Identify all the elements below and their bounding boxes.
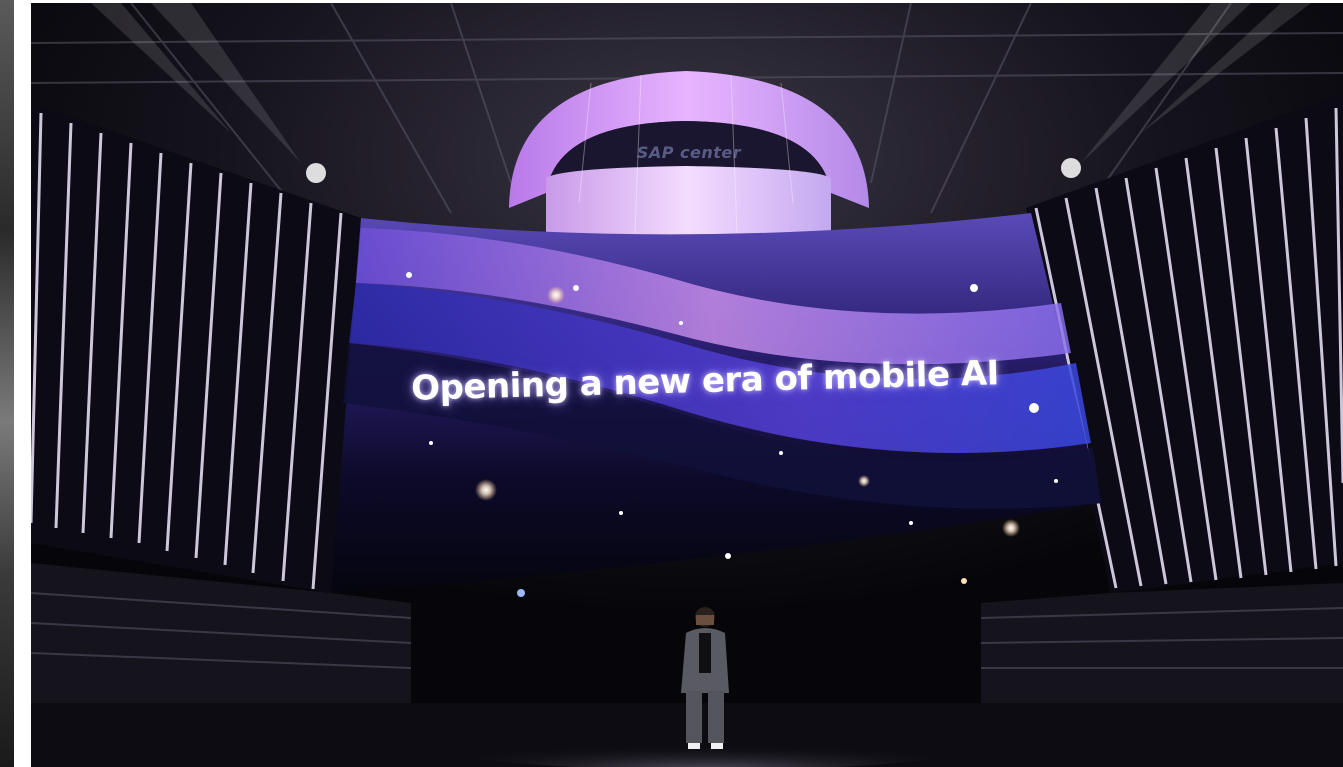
image-frame: SAP center Opening a new era of mobile A… (0, 0, 1343, 767)
scoreboard-text: SAP center (636, 143, 742, 162)
keynote-stage-photo: SAP center Opening a new era of mobile A… (31, 3, 1343, 767)
spotlight-right (1061, 158, 1081, 178)
spotlight-left (306, 163, 326, 183)
adjacent-photo-edge (0, 0, 14, 767)
